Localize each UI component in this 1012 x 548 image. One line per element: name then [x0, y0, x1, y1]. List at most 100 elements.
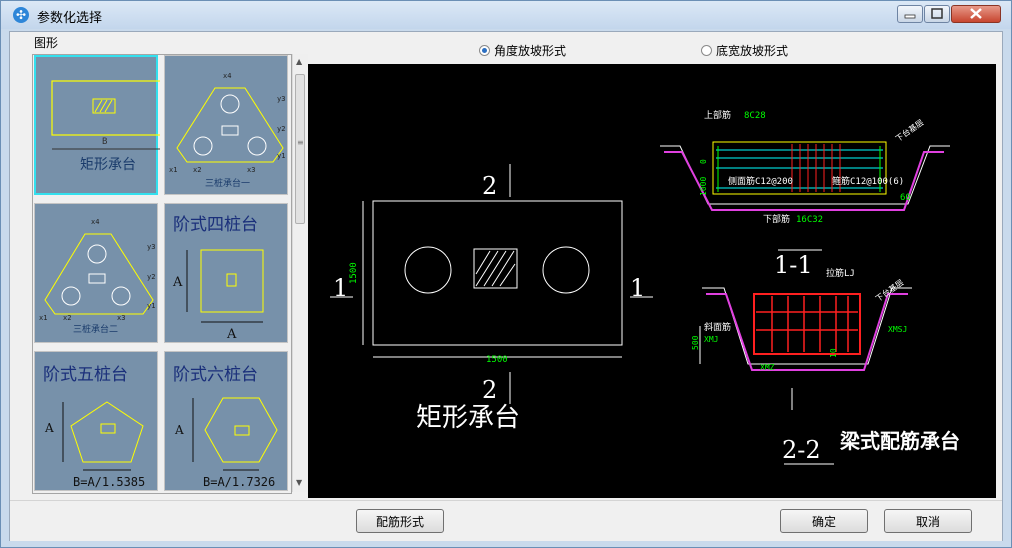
- preview-canvas: 2 2 1 1 1500 1500 矩形承台 上部筋 8C28 侧面筋C12@2…: [308, 64, 996, 498]
- shape-panel: 图形 B 矩形承台 x4 y3 y2 y1 x1 x2 x3 三桩承台一 x4 …: [18, 32, 308, 498]
- thumb-dim-y1: y1: [277, 152, 285, 160]
- thumb-dim-x1: x1: [169, 166, 177, 174]
- label-fill: 下台基层: [893, 117, 925, 144]
- stepped-four-pile-diagram: 阶式四桩台 A A: [172, 215, 264, 342]
- section-2-title: 2-2: [782, 436, 821, 464]
- thumb-three-pile-cap-2[interactable]: x4 y3 y2 y1 x1 x2 x3 三桩承台二: [34, 203, 158, 343]
- s2-height-dim: 500: [691, 335, 700, 350]
- thumb-dim-a-vertical: A: [172, 275, 183, 290]
- radio-unchecked-icon: [701, 45, 712, 56]
- thumb-stepped-four-pile[interactable]: 阶式四桩台 A A: [164, 203, 288, 343]
- section-mark-top: 2: [482, 172, 497, 200]
- left-dim-1: 1000: [699, 177, 708, 196]
- thumb-dim-x4: x4: [91, 218, 99, 226]
- app-logo-icon: ✣: [13, 7, 29, 23]
- rebar-form-button[interactable]: 配筋形式: [356, 509, 444, 533]
- minimize-icon: [904, 14, 916, 19]
- label-top-bar-spec: 8C28: [744, 111, 766, 121]
- label-stirrup: 箍筋C12@100(6): [832, 175, 904, 187]
- plan-caption: 矩形承台: [416, 403, 520, 433]
- thumb-label: 三桩承台二: [73, 323, 118, 335]
- thumb-dim-a: A: [44, 421, 54, 435]
- slope-form-radio-group: 角度放坡形式 底宽放坡形式: [307, 36, 997, 60]
- section-mark-bottom: 2: [482, 376, 497, 404]
- stepped-five-pile-diagram: 阶式五桩台 A B=A/1.5385: [43, 365, 145, 489]
- thumb-dim-x3: x3: [117, 314, 125, 322]
- window-title: 参数化选择: [37, 11, 103, 26]
- section-2-caption: 梁式配筋承台: [839, 429, 960, 453]
- radio-label: 角度放坡形式: [494, 44, 567, 58]
- section-1-title: 1-1: [774, 251, 813, 279]
- cad-drawing: 2 2 1 1 1500 1500 矩形承台 上部筋 8C28 侧面筋C12@2…: [330, 109, 960, 465]
- radio-checked-icon: [479, 45, 490, 56]
- thumb-dim-y3: y3: [147, 243, 155, 251]
- thumb-stepped-five-pile[interactable]: 阶式五桩台 A B=A/1.5385: [34, 351, 158, 491]
- section-1-1: 上部筋 8C28 侧面筋C12@200 箍筋C12@100(6) 下部筋 16C…: [660, 109, 950, 279]
- scroll-down-icon[interactable]: ▼: [296, 478, 302, 487]
- shape-thumbnail-list[interactable]: B 矩形承台 x4 y3 y2 y1 x1 x2 x3 三桩承台一 x4 y3 …: [32, 54, 292, 494]
- thumb-dim-b: B=A/1.7326: [203, 475, 275, 489]
- thumb-dim-b: B=A/1.5385: [73, 475, 145, 489]
- thumb-three-pile-cap-1[interactable]: x4 y3 y2 y1 x1 x2 x3 三桩承台一: [164, 55, 288, 195]
- thumb-dim-y2: y2: [277, 125, 285, 133]
- thumb-dim-x2: x2: [63, 314, 71, 322]
- three-pile-cap-1-diagram: x4 y3 y2 y1 x1 x2 x3 三桩承台一: [169, 72, 285, 189]
- left-dim-0: 0: [699, 159, 708, 164]
- section-mark-right: 1: [630, 274, 645, 302]
- thumbnail-scrollbar[interactable]: ▲ ≡ ▼: [292, 54, 308, 492]
- thumb-dim-y2: y2: [147, 273, 155, 281]
- minimize-button[interactable]: [897, 5, 923, 23]
- thumb-label: 阶式四桩台: [173, 215, 258, 235]
- shape-group-label: 图形: [34, 36, 59, 50]
- three-pile-cap-2-diagram: x4 y3 y2 y1 x1 x2 x3 三桩承台二: [39, 218, 155, 335]
- rect-cap-diagram: B 矩形承台: [51, 80, 160, 173]
- radio-angle-slope[interactable]: 角度放坡形式: [479, 42, 566, 59]
- label-right-code: XMSJ: [888, 325, 907, 334]
- thumb-dim-x2: x2: [193, 166, 201, 174]
- label-left-code: XMJ: [704, 335, 718, 344]
- thumb-dim-x3: x3: [247, 166, 255, 174]
- thumb-dim-a-horizontal: A: [226, 327, 237, 342]
- label-top-bar: 上部筋: [704, 109, 731, 121]
- thumb-dim-y1: y1: [147, 302, 155, 310]
- section-mark-left: 1: [333, 274, 348, 302]
- cancel-button[interactable]: 取消: [884, 509, 972, 533]
- thumb-dim-x1: x1: [39, 314, 47, 322]
- thumb-label: 阶式五桩台: [43, 365, 128, 385]
- title-bar[interactable]: ✣ 参数化选择: [1, 1, 1011, 29]
- thumb-dim-b: B: [102, 137, 107, 147]
- thumb-label: 三桩承台一: [205, 177, 250, 189]
- maximize-button[interactable]: [924, 5, 950, 23]
- thumb-dim-y3: y3: [277, 95, 285, 103]
- plan-view: 2 2 1 1 1500 1500 矩形承台: [330, 164, 653, 433]
- label-tie: 拉筋LJ: [826, 267, 855, 279]
- close-button[interactable]: [951, 5, 1001, 23]
- label-side: 斜面筋: [704, 321, 731, 333]
- label-angle: 60: [900, 193, 911, 203]
- thumb-stepped-six-pile[interactable]: 阶式六桩台 A B=A/1.7326: [164, 351, 288, 491]
- thumb-rect-cap[interactable]: B 矩形承台: [34, 55, 160, 195]
- ok-button[interactable]: 确定: [780, 509, 868, 533]
- thumb-label: 矩形承台: [80, 157, 136, 173]
- label-bottom-bar: 下部筋: [763, 213, 790, 225]
- scroll-thumb[interactable]: ≡: [295, 74, 305, 224]
- label-side-bar: 侧面筋C12@200: [728, 175, 793, 187]
- plan-width-dim: 1500: [486, 355, 508, 365]
- label-bottom-code: XMZ: [760, 363, 775, 372]
- maximize-icon: [931, 8, 943, 19]
- thumb-dim-x4: x4: [223, 72, 231, 80]
- scroll-up-icon[interactable]: ▲: [296, 57, 302, 66]
- thumb-label: 阶式六桩台: [173, 365, 258, 385]
- label-fill-2: 下台基层: [873, 277, 905, 304]
- radio-width-slope[interactable]: 底宽放坡形式: [701, 42, 788, 59]
- thumb-dim-a: A: [174, 423, 184, 437]
- radio-label: 底宽放坡形式: [716, 44, 789, 58]
- section-2-2: 500 拉筋LJ 斜面筋 XMJ XMSJ XMZ 10 下台基层 2-2 梁式…: [691, 267, 960, 465]
- button-bar: 配筋形式 确定 取消: [10, 500, 1002, 541]
- plan-height-dim: 1500: [349, 262, 359, 284]
- close-icon: [970, 8, 982, 19]
- label-bottom-bar-spec: 16C32: [796, 215, 823, 225]
- dialog-window: ✣ 参数化选择 图形 B 矩形承台 x4 y3 y2 y1 x1 x2 x3 三…: [0, 0, 1012, 548]
- dialog-client: 图形 B 矩形承台 x4 y3 y2 y1 x1 x2 x3 三桩承台一 x4 …: [9, 31, 1003, 541]
- grip-icon: ≡: [297, 138, 304, 147]
